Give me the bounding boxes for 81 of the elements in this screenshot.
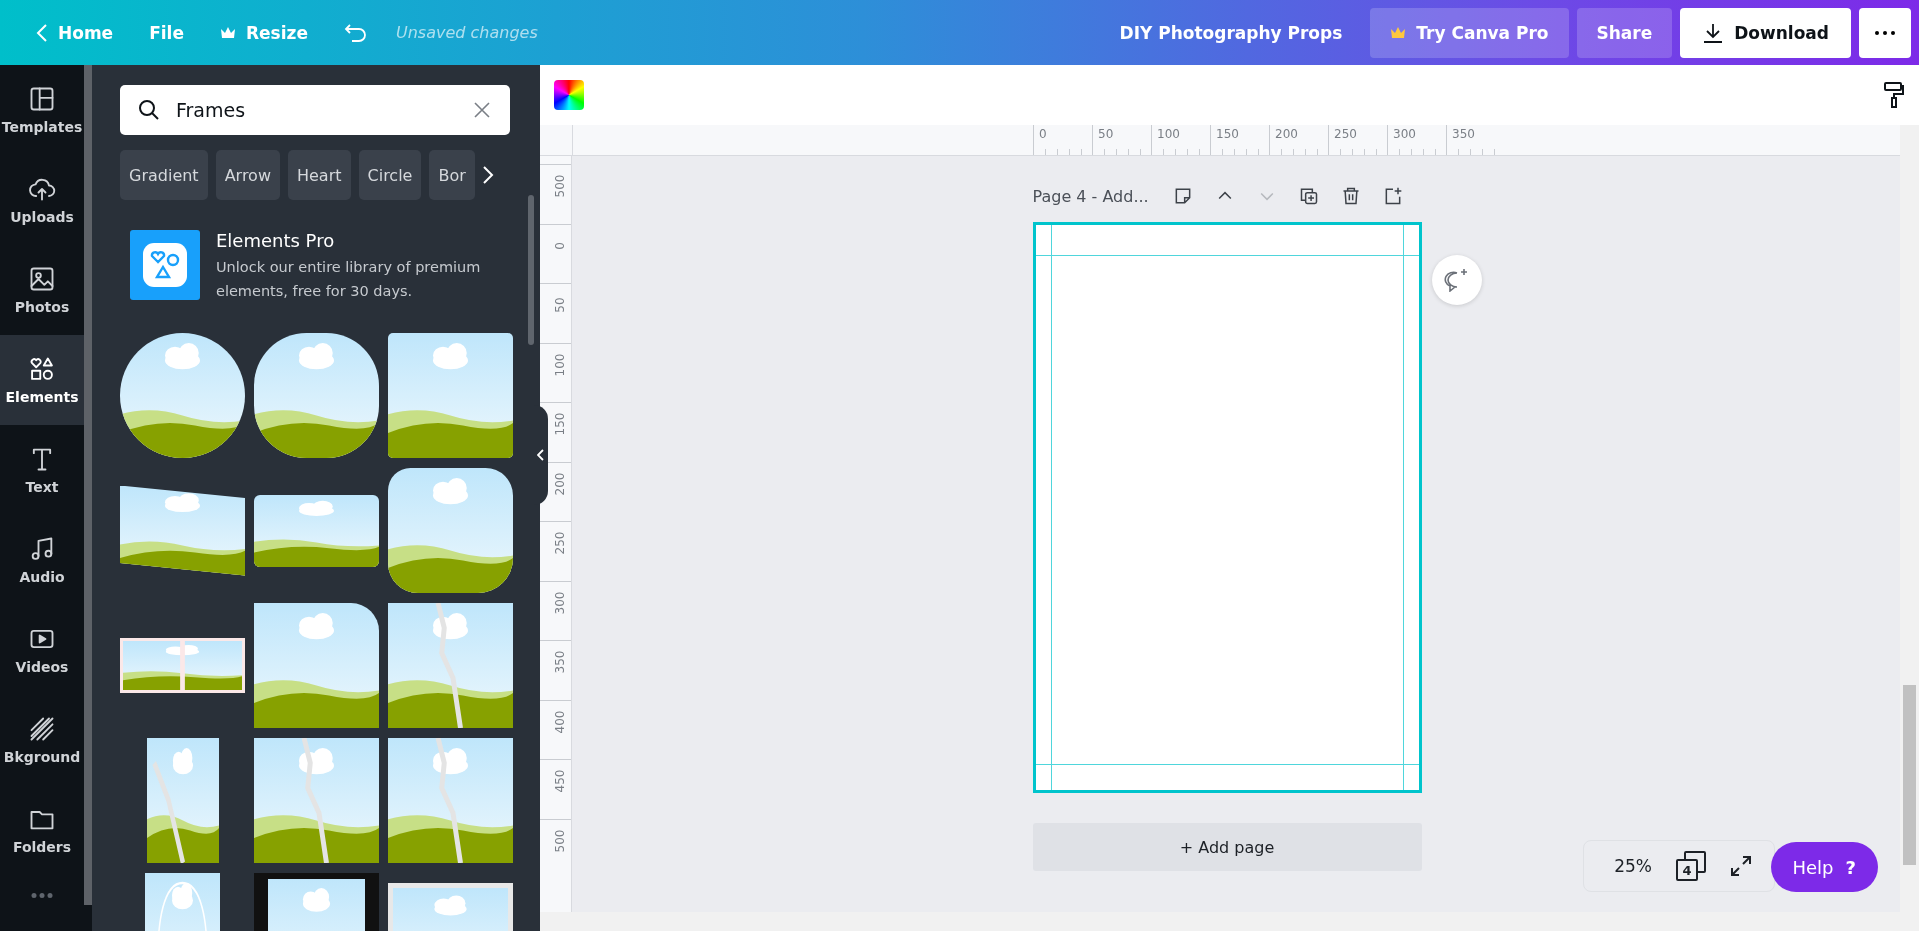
download-button[interactable]: Download (1680, 7, 1851, 58)
frame-thumbnail[interactable] (388, 468, 513, 593)
ruler-label: 250 (1334, 127, 1357, 141)
ruler-label: 0 (1039, 127, 1047, 141)
scrollbar[interactable] (540, 912, 1900, 931)
ruler-label: 50 (1098, 127, 1114, 141)
sidebar-tab-icon (28, 265, 56, 293)
paint-roller-icon[interactable] (1883, 81, 1905, 109)
zoom-level[interactable]: 25% (1614, 856, 1652, 876)
ruler-label: 100 (553, 352, 567, 378)
help-button[interactable]: Help ? (1770, 842, 1878, 892)
promo-title[interactable]: Elements Pro (216, 230, 486, 251)
ruler-label: 150 (1216, 127, 1239, 141)
search-field[interactable]: Frames (120, 85, 510, 135)
color-picker-button[interactable] (554, 80, 584, 110)
ruler-label: 500 (553, 828, 567, 854)
frame-thumbnail[interactable] (254, 603, 379, 728)
ruler-label: 200 (553, 471, 567, 497)
undo-icon (343, 22, 368, 43)
sidebar-tab-icon (28, 355, 56, 383)
ruler-label: 0 (553, 240, 567, 252)
frame-thumbnail[interactable] (388, 603, 513, 728)
duplicate-icon (1298, 186, 1319, 206)
sidebar-tab[interactable]: Photos (0, 245, 84, 335)
ruler-label: 50 (553, 296, 567, 315)
suggestion-chip[interactable]: Gradient (120, 150, 208, 200)
sidebar-tab[interactable]: Text (0, 425, 84, 515)
sidebar-tab[interactable]: Bkground (0, 695, 84, 785)
more-button[interactable] (1859, 7, 1911, 58)
search-icon (138, 99, 160, 121)
frame-thumbnail[interactable] (146, 738, 219, 863)
save-status: Unsaved changes (395, 23, 538, 42)
ruler-label: 250 (553, 530, 567, 556)
sidebar-tab[interactable]: Videos (0, 605, 84, 695)
scrollbar[interactable] (1900, 125, 1919, 931)
frame-thumbnail[interactable] (388, 333, 513, 458)
suggestion-chip[interactable]: Arrow (215, 150, 280, 200)
sidebar-tab[interactable]: Audio (0, 515, 84, 605)
more-icon (1875, 30, 1895, 35)
elements-pro-icon (130, 230, 200, 300)
design-page[interactable] (1032, 222, 1422, 793)
share-button[interactable]: Share (1576, 7, 1673, 58)
sidebar-tab[interactable]: Folders (0, 785, 84, 875)
add-page-button[interactable]: + Add page (1032, 823, 1422, 871)
chevron-left-icon (537, 449, 545, 461)
ruler-label: 450 (553, 768, 567, 794)
more-icon[interactable] (31, 893, 53, 898)
promo-text: Unlock our entire library of premium elements, free for 30 days. (216, 258, 482, 301)
ruler-label: 100 (1157, 127, 1180, 141)
download-icon (1702, 21, 1725, 44)
back-icon (36, 22, 48, 43)
crown-icon (219, 26, 236, 39)
ruler-label: 350 (1452, 127, 1475, 141)
sidebar-tab[interactable]: Uploads (0, 155, 84, 245)
chevron-right-icon (481, 165, 494, 185)
ruler-label: 350 (553, 649, 567, 675)
ruler-label: 300 (1393, 127, 1416, 141)
ruler-label: 400 (553, 709, 567, 735)
scrollbar-thumb[interactable] (528, 195, 534, 345)
ruler-label: 500 (553, 173, 567, 199)
ruler-label: 300 (553, 590, 567, 616)
close-icon[interactable] (474, 102, 490, 118)
add-comment-button[interactable] (1431, 255, 1482, 305)
suggestion-chip[interactable]: Bor (429, 150, 475, 200)
page-title[interactable]: Page 4 - Add... (1032, 186, 1149, 206)
ruler-label: 150 (553, 411, 567, 437)
design-title[interactable]: DIY Photography Props (1119, 22, 1343, 43)
sidebar-tab[interactable]: Templates (0, 65, 84, 155)
sidebar-tab-icon (28, 85, 56, 113)
crown-icon (1390, 26, 1407, 39)
frame-thumbnail[interactable] (254, 494, 379, 567)
fullscreen-icon[interactable] (1730, 855, 1752, 877)
try-pro-button[interactable]: Try Canva Pro (1370, 7, 1569, 58)
sidebar-tab[interactable]: Elements (0, 335, 84, 425)
frame-thumbnail[interactable] (388, 738, 513, 863)
suggestion-chip[interactable]: Circle (358, 150, 422, 200)
ruler-label: 200 (1275, 127, 1298, 141)
frame-thumbnail[interactable] (254, 738, 379, 863)
scrollbar[interactable] (84, 65, 92, 905)
sidebar-tab-icon (28, 715, 56, 743)
suggestion-chip[interactable]: Heart (288, 150, 351, 200)
